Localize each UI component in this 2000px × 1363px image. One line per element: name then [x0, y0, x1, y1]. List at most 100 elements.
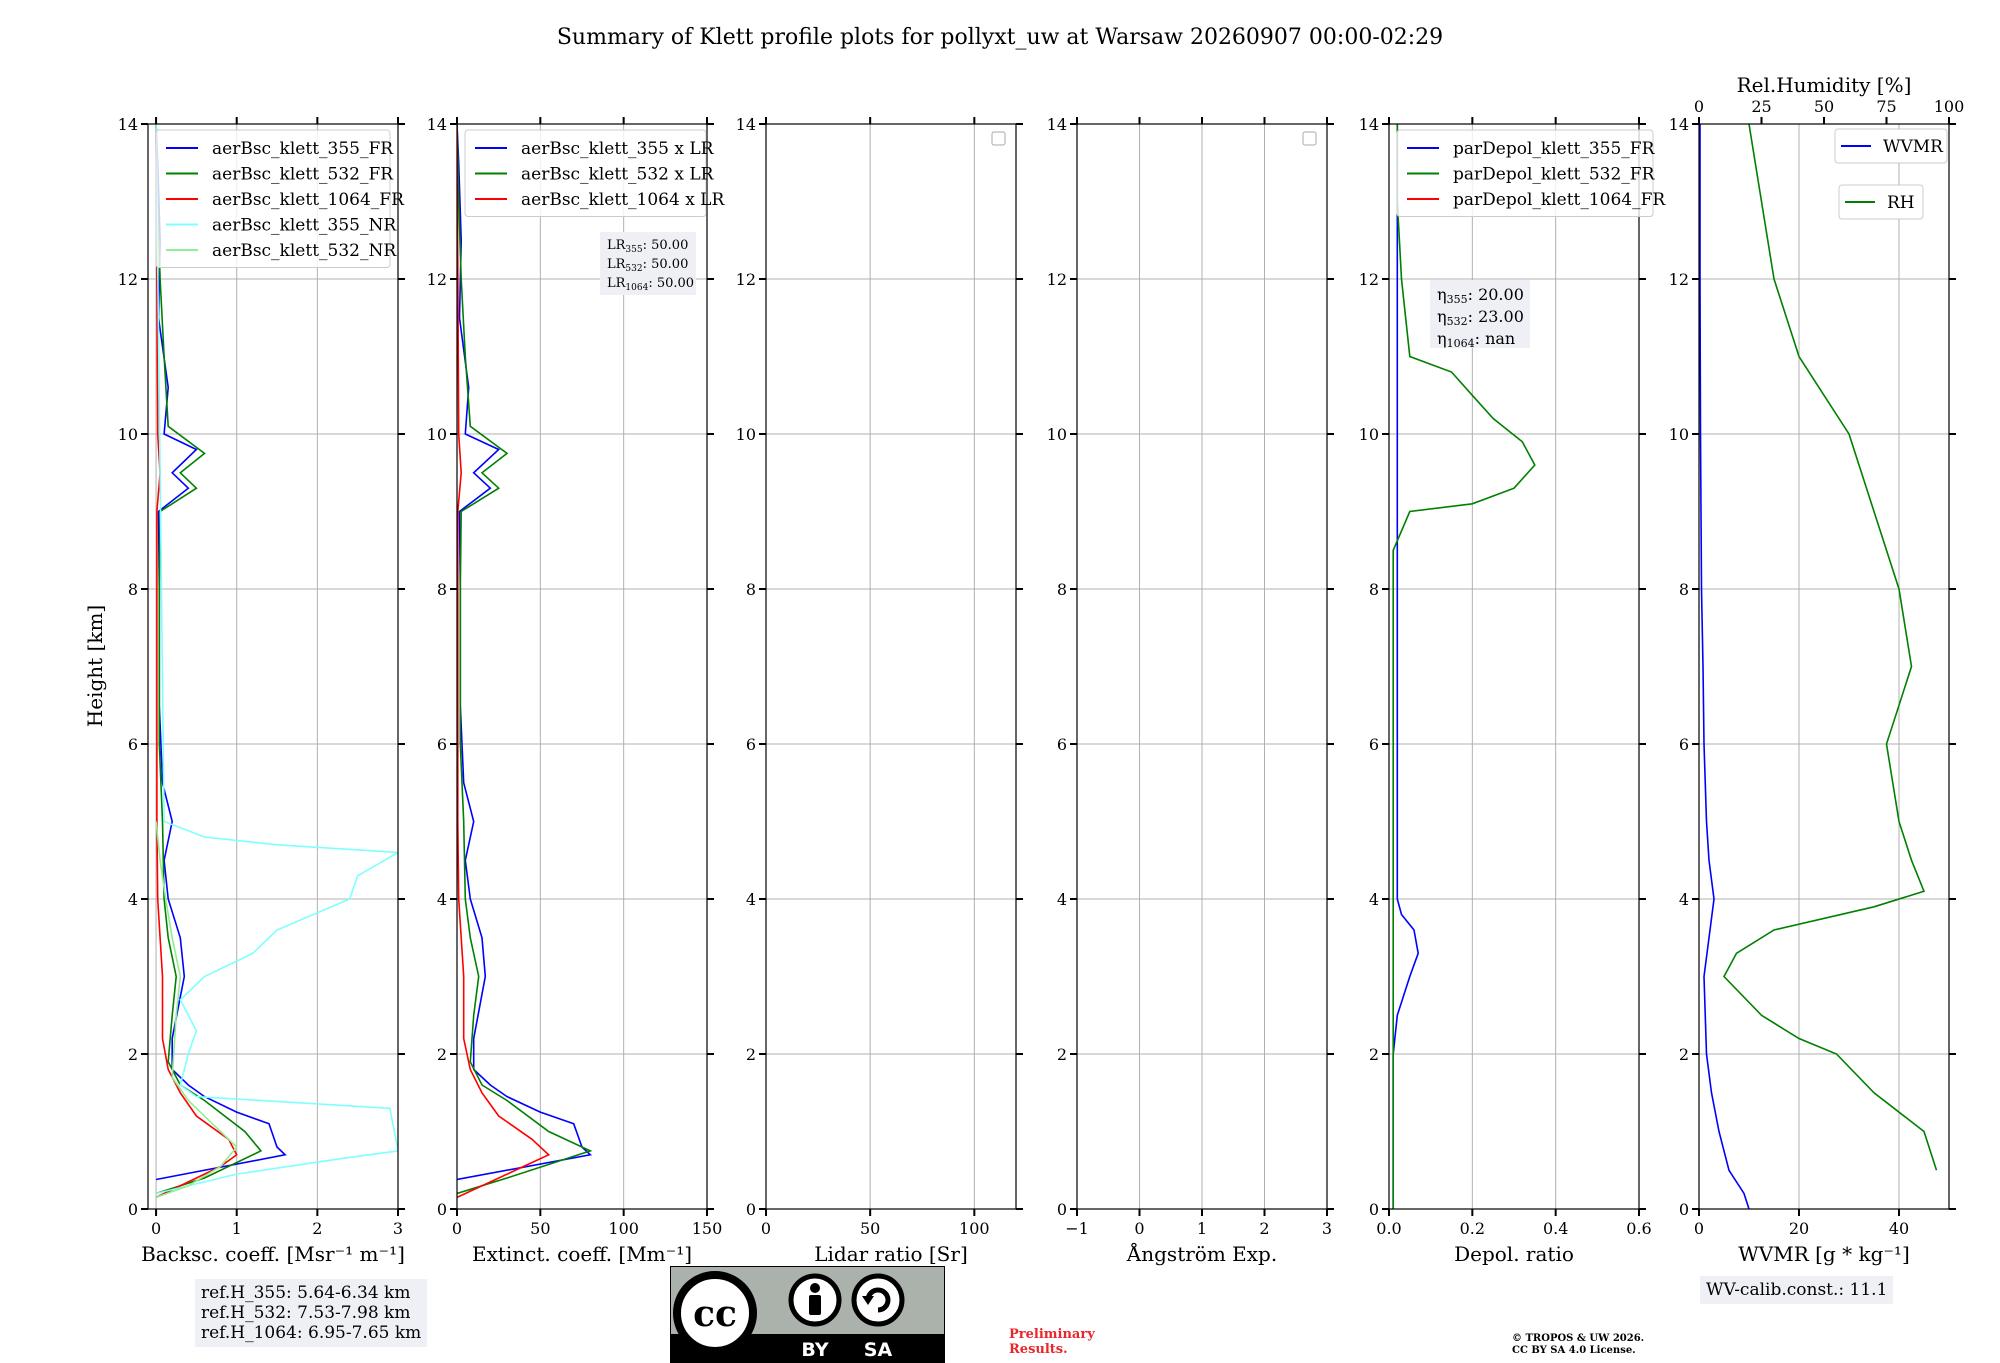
y-tick-label: 6	[1369, 735, 1379, 754]
axes-frame	[765, 123, 1017, 1210]
y-tick-label: 6	[746, 735, 756, 754]
series-aerBsc_klett_532 x LR	[457, 124, 593, 1195]
x-axis-label: Ångström Exp.	[1126, 1241, 1277, 1266]
legend-label: aerBsc_klett_1064 x LR	[521, 190, 725, 210]
legend-label: aerBsc_klett_355_NR	[212, 216, 397, 236]
y-tick-label: 10	[736, 425, 756, 444]
y-tick-label: 0	[746, 1200, 756, 1219]
y-tick-label: 2	[1057, 1045, 1067, 1064]
x2-tick-label: 75	[1876, 97, 1896, 116]
x-tick-label: 150	[692, 1219, 723, 1238]
x-tick-label: 50	[530, 1219, 550, 1238]
x-tick-label: 0.2	[1460, 1219, 1485, 1238]
legend-label: aerBsc_klett_1064_FR	[212, 190, 405, 210]
y-tick-label: 12	[1359, 270, 1379, 289]
x-tick-label: 0	[151, 1219, 161, 1238]
legend-label: parDepol_klett_355_FR	[1453, 139, 1656, 159]
series-WVMR	[1699, 124, 1750, 1209]
y-tick-label: 14	[118, 115, 138, 134]
series-aerBsc_klett_355_NR	[155, 124, 398, 1195]
x-axis-label: Backsc. coeff. [Msr⁻¹ m⁻¹]	[141, 1242, 405, 1266]
copyright-note: © TROPOS & UW 2026. CC BY SA 4.0 License…	[1512, 1333, 1644, 1357]
x2-tick-label: 100	[1934, 97, 1965, 116]
y-tick-label: 12	[736, 270, 756, 289]
y-tick-label: 12	[427, 270, 447, 289]
y-tick-label: 4	[1679, 890, 1689, 909]
legend-label: aerBsc_klett_532_FR	[212, 165, 394, 185]
y-tick-label: 4	[1057, 890, 1067, 909]
y-tick-label: 10	[1359, 425, 1379, 444]
y-tick-label: 2	[746, 1045, 756, 1064]
x2-tick-label: 25	[1751, 97, 1771, 116]
legend-box: WVMR	[1834, 128, 1948, 164]
y-tick-label: 12	[1669, 270, 1689, 289]
y-tick-label: 6	[437, 735, 447, 754]
y-tick-label: 14	[736, 115, 756, 134]
y-tick-label: 6	[128, 735, 138, 754]
y-tick-label: 8	[1057, 580, 1067, 599]
y-tick-label: 14	[1047, 115, 1067, 134]
figure-title: Summary of Klett profile plots for polly…	[557, 25, 1443, 50]
x-tick-label: 50	[860, 1219, 880, 1238]
y-tick-label: 8	[746, 580, 756, 599]
cc-glyph: cc	[693, 1293, 737, 1335]
copyright-line-2: CC BY SA 4.0 License.	[1512, 1345, 1636, 1356]
y-tick-label: 2	[437, 1045, 447, 1064]
legend: aerBsc_klett_355_FR aerBsc_klett_532_FRae…	[155, 129, 405, 268]
series-aerBsc_klett_1064_FR	[155, 124, 238, 1199]
x-tick-label: 40	[1889, 1219, 1909, 1238]
ref-heights-box: ref.H_355: 5.64-6.34 km ref.H_532: 7.53-…	[195, 1279, 428, 1347]
series-RH	[1723, 124, 1938, 1171]
x2-axis-label: Rel.Humidity [%]	[1737, 73, 1912, 97]
series-parDepol_klett_355_FR	[1392, 124, 1420, 1209]
y-tick-label: 4	[128, 890, 138, 909]
y-tick-label: 8	[1369, 580, 1379, 599]
lr-annotation: LR355: 50.00 LR532: 50.00 LR1064: 50.00	[600, 232, 696, 295]
y-tick-label: 8	[437, 580, 447, 599]
cc-license-logo: cc BY SA	[670, 1266, 945, 1363]
y-axis-label: Height [km]	[83, 605, 107, 727]
panel-6: 0 2 4 6 8 10 12 14 0 20 40 WVMR [g * kg⁻¹] 0 25 50 75 10…	[1669, 73, 1965, 1266]
x-axis-label: Depol. ratio	[1454, 1242, 1574, 1266]
x-tick-label: 0	[1134, 1219, 1144, 1238]
y-tick-label: 2	[1679, 1045, 1689, 1064]
wv-calib-const: WV-calib.const.: 11.1	[1706, 1280, 1888, 1300]
y-tick-label: 10	[118, 425, 138, 444]
x-tick-label: −1	[1065, 1219, 1089, 1238]
x-tick-label: 1	[232, 1219, 242, 1238]
preliminary-note: Preliminary Results.	[1009, 1327, 1095, 1357]
series-aerBsc_klett_532_NR	[155, 821, 238, 1199]
y-tick-label: 4	[1369, 890, 1379, 909]
ref-height-1064: ref.H_1064: 6.95-7.65 km	[201, 1323, 422, 1343]
x2-tick-label: 50	[1814, 97, 1834, 116]
y-tick-label: 14	[1669, 115, 1689, 134]
x-tick-label: 100	[608, 1219, 639, 1238]
x2-tick-label: 0	[1694, 97, 1704, 116]
copyright-line-1: © TROPOS & UW 2026.	[1512, 1333, 1645, 1344]
y-tick-label: 0	[1369, 1200, 1379, 1219]
preliminary-line-1: Preliminary	[1009, 1327, 1095, 1342]
y-tick-label: 4	[437, 890, 447, 909]
figure: Summary of Klett profile plots for polly…	[83, 25, 1965, 1266]
x-tick-label: 2	[1259, 1219, 1269, 1238]
by-label: BY	[801, 1339, 828, 1361]
empty-legend	[1302, 131, 1317, 146]
y-tick-label: 14	[427, 115, 447, 134]
x-tick-label: 100	[959, 1219, 990, 1238]
panels: 024681012140 1 2 3Backsc. coeff. [Msr⁻¹ m⁻¹…	[118, 73, 1965, 1266]
y-tick-label: 4	[746, 890, 756, 909]
legend-label: RH	[1887, 193, 1915, 213]
y-tick-label: 0	[1679, 1200, 1689, 1219]
legend-label: aerBsc_klett_355_FR	[212, 139, 394, 159]
annotation-line: LR1064: 50.00	[607, 276, 694, 293]
annotation-line: LR355: 50.00	[607, 238, 688, 255]
legend-box: RH	[1838, 184, 1924, 220]
x-tick-label: 0	[1694, 1219, 1704, 1238]
x-axis-label: Extinct. coeff. [Mm⁻¹]	[472, 1242, 692, 1266]
legend-label: parDepol_klett_1064_FR	[1453, 190, 1666, 210]
legend-label: aerBsc_klett_532_NR	[212, 241, 397, 261]
y-tick-label: 0	[128, 1200, 138, 1219]
y-tick-label: 8	[1679, 580, 1689, 599]
x-axis-label: WVMR [g * kg⁻¹]	[1738, 1242, 1910, 1266]
y-tick-label: 2	[1369, 1045, 1379, 1064]
